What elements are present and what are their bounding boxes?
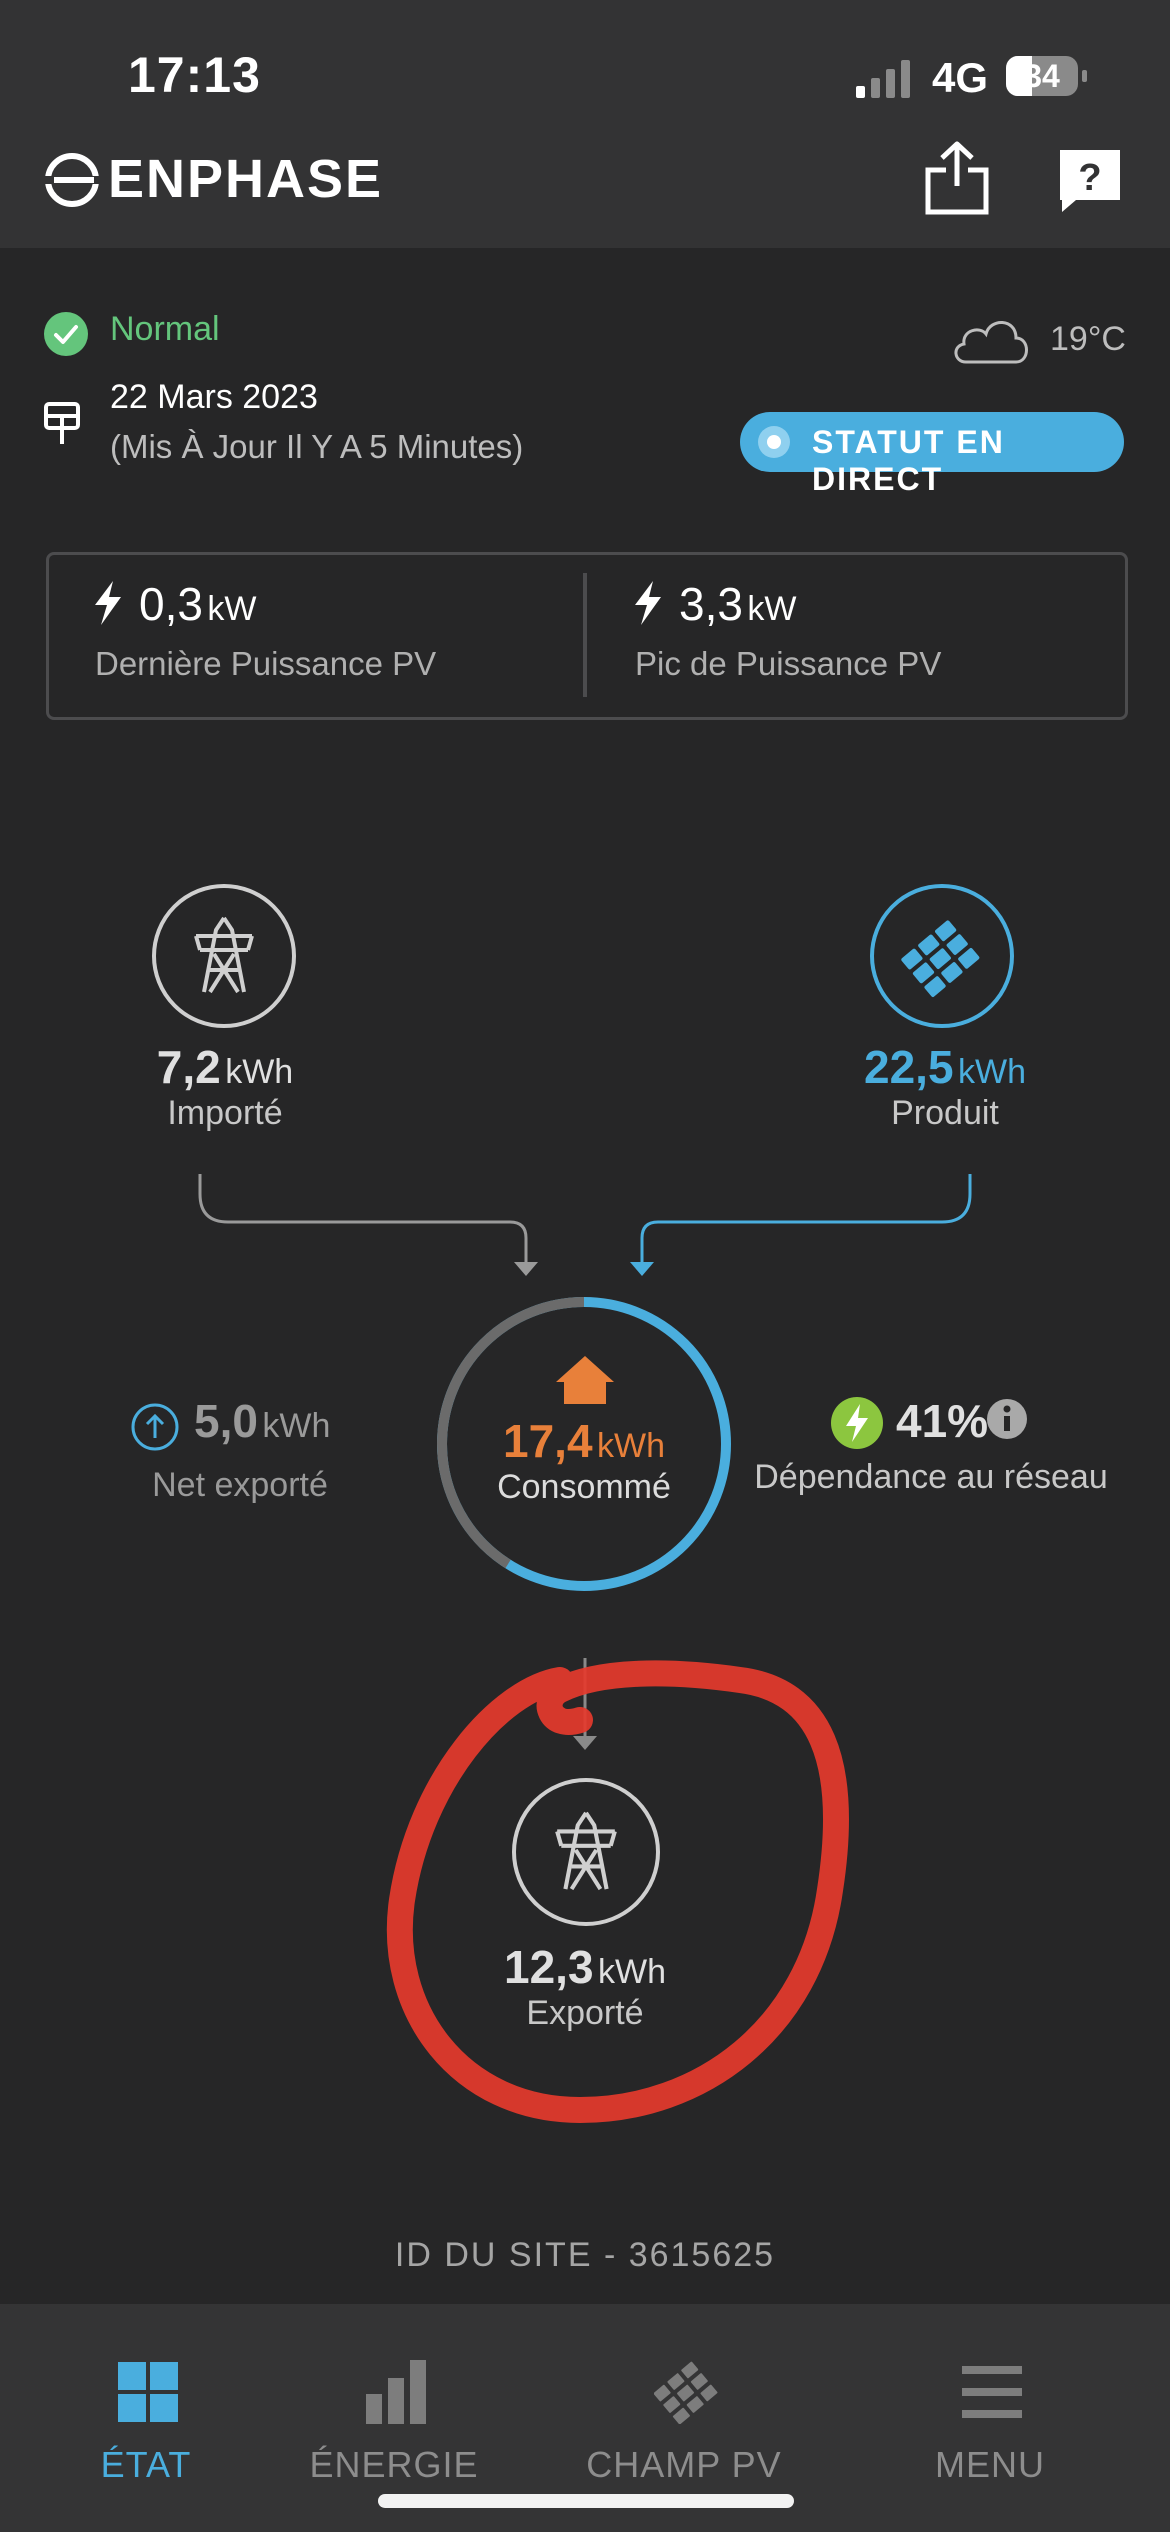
- imported-unit: kWh: [225, 1053, 294, 1091]
- consumed-unit: kWh: [596, 1427, 665, 1465]
- temperature: 19°C: [1050, 320, 1126, 358]
- net-exported-unit: kWh: [262, 1407, 331, 1445]
- latest-power-value: 0,3: [139, 578, 203, 630]
- grid-import-circle[interactable]: [152, 884, 296, 1028]
- divider: [583, 573, 587, 697]
- latest-power: 0,3 kW: [139, 577, 257, 631]
- tab-menu-label: MENU: [935, 2444, 1045, 2485]
- flow-lines: [198, 1174, 972, 1276]
- battery-level: 34: [1024, 58, 1060, 94]
- solar-production-circle[interactable]: [870, 884, 1014, 1028]
- grid-dependency-label: Dépendance au réseau: [754, 1458, 1108, 1496]
- report-date: 22 Mars 2023: [110, 378, 318, 416]
- imported-label: Importé: [167, 1094, 283, 1132]
- svg-text:?: ?: [1078, 157, 1101, 199]
- net-exported-value: 5,0: [194, 1395, 258, 1447]
- signal-icon: [856, 60, 910, 98]
- net-exported-label: Net exporté: [152, 1466, 328, 1504]
- brand-name: ENPHASE: [108, 149, 384, 209]
- home-icon: [556, 1356, 614, 1404]
- produced-value: 22,5: [864, 1041, 954, 1093]
- produced-label: Produit: [891, 1094, 999, 1132]
- gateway-icon: [44, 402, 80, 444]
- home-indicator: [378, 2494, 794, 2508]
- help-icon[interactable]: ?: [1056, 146, 1124, 214]
- imported-value: 7,2: [156, 1041, 221, 1093]
- peak-power-label: Pic de Puissance PV: [635, 645, 942, 682]
- app-header: [0, 0, 1170, 248]
- live-dot-icon: [758, 426, 790, 458]
- solar-panel-icon: [901, 920, 980, 997]
- latest-power-unit: kW: [207, 590, 257, 628]
- dashboard-icon: [118, 2362, 178, 2422]
- produced-unit: kWh: [957, 1053, 1026, 1091]
- dependency-bolt-icon: [831, 1397, 883, 1449]
- consumed-label: Consommé: [497, 1468, 671, 1506]
- cloud-icon: [954, 321, 1028, 364]
- power-tower-icon: [194, 916, 254, 994]
- bar-chart-icon: [366, 2360, 426, 2424]
- peak-power-unit: kW: [747, 590, 797, 628]
- enphase-logo-icon: [42, 153, 102, 207]
- red-annotation-circle: [386, 1660, 849, 2123]
- check-circle-icon: [44, 312, 88, 356]
- menu-icon: [962, 2366, 1022, 2418]
- site-id: ID DU SITE - 3615625: [394, 2236, 776, 2274]
- imported-energy: 7,2 kWh: [80, 1040, 370, 1094]
- system-status: Normal: [110, 310, 220, 348]
- live-status-label: STATUT EN DIRECT: [812, 424, 1005, 497]
- status-time: 17:13: [128, 47, 261, 103]
- produced-energy: 22,5 kWh: [800, 1040, 1090, 1094]
- tab-champ-pv-label: CHAMP PV: [586, 2444, 782, 2485]
- solar-panel-icon: [654, 2361, 718, 2424]
- battery-icon: 34: [1006, 56, 1087, 96]
- tab-energie-label: ÉNERGIE: [309, 2444, 479, 2485]
- grid-dependency-value: 41%: [896, 1395, 989, 1447]
- last-updated: (Mis À Jour Il Y A 5 Minutes): [110, 428, 524, 465]
- bolt-icon: [95, 581, 121, 625]
- consumed-value: 17,4: [503, 1415, 593, 1467]
- bolt-icon: [635, 581, 661, 625]
- latest-power-label: Dernière Puissance PV: [95, 645, 437, 682]
- share-icon[interactable]: [922, 140, 992, 216]
- peak-power-value: 3,3: [679, 578, 743, 630]
- tab-menu[interactable]: MENU: [844, 2304, 1136, 2532]
- info-icon[interactable]: [986, 1398, 1028, 1440]
- arrow-up-circle-icon: [131, 1403, 179, 1451]
- net-exported-energy: 5,0 kWh: [194, 1394, 330, 1448]
- peak-power: 3,3 kW: [679, 577, 797, 631]
- pv-power-summary: 0,3 kW Dernière Puissance PV 3,3 kW Pic …: [46, 552, 1128, 720]
- live-status-button[interactable]: STATUT EN DIRECT: [740, 412, 1124, 497]
- network-type: 4G: [932, 54, 989, 101]
- consumed-energy: 17,4 kWh: [432, 1414, 736, 1468]
